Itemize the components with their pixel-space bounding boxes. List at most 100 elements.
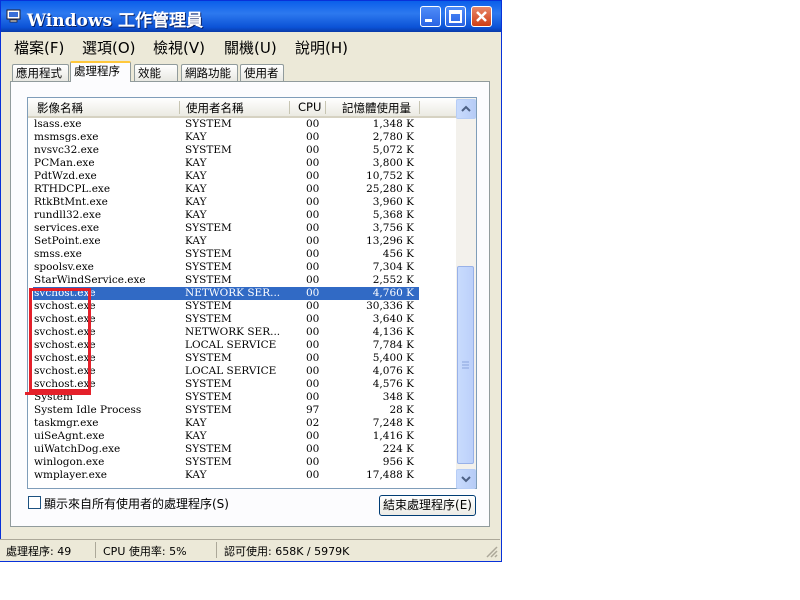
cell-memory: 4,576 K [372, 378, 414, 390]
status-process-count: 處理程序: 49 [6, 545, 72, 558]
table-row[interactable]: System Idle Process SYSTEM 97 28 K [28, 404, 456, 417]
menu-help[interactable]: 說明(H) [295, 37, 348, 58]
cell-cpu: 00 [306, 456, 320, 468]
cell-image-name: rundll32.exe [34, 209, 102, 221]
scroll-down-button[interactable] [456, 469, 476, 489]
table-row[interactable]: smss.exe SYSTEM 00 456 K [28, 248, 456, 261]
cell-image-name: wmplayer.exe [34, 469, 107, 481]
status-bar: 處理程序: 49 CPU 使用率: 5% 認可使用: 658K / 5979K [0, 539, 500, 561]
cell-image-name: smss.exe [34, 248, 82, 260]
table-row[interactable]: uiSeAgnt.exe KAY 00 1,416 K [28, 430, 456, 443]
table-row[interactable]: svchost.exe NETWORK SER... 00 4,760 K [28, 287, 456, 300]
cell-user-name: KAY [185, 209, 207, 221]
close-button[interactable] [471, 6, 492, 27]
cell-user-name: KAY [185, 417, 207, 429]
menu-options[interactable]: 選項(O) [82, 37, 136, 58]
cell-user-name: SYSTEM [185, 313, 232, 325]
menu-file[interactable]: 檔案(F) [14, 37, 64, 58]
cell-image-name: svchost.exe [34, 365, 96, 377]
table-row[interactable]: RTHDCPL.exe KAY 00 25,280 K [28, 183, 456, 196]
cell-cpu: 00 [306, 131, 320, 143]
table-row[interactable]: SetPoint.exe KAY 00 13,296 K [28, 235, 456, 248]
maximize-button[interactable] [445, 6, 466, 27]
table-row[interactable]: RtkBtMnt.exe KAY 00 3,960 K [28, 196, 456, 209]
table-row[interactable]: svchost.exe SYSTEM 00 4,576 K [28, 378, 456, 391]
cell-cpu: 00 [306, 443, 320, 455]
cell-cpu: 00 [306, 118, 320, 130]
table-row[interactable]: wmplayer.exe KAY 00 17,488 K [28, 469, 456, 482]
column-cpu[interactable]: CPU [298, 100, 321, 114]
cell-image-name: svchost.exe [34, 287, 96, 299]
chevron-up-icon [461, 105, 471, 112]
cell-cpu: 00 [306, 170, 320, 182]
table-row[interactable]: winlogon.exe SYSTEM 00 956 K [28, 456, 456, 469]
cell-cpu: 00 [306, 248, 320, 260]
grip-icon [462, 361, 469, 369]
cell-cpu: 00 [306, 326, 320, 338]
table-row[interactable]: PdtWzd.exe KAY 00 10,752 K [28, 170, 456, 183]
scroll-up-button[interactable] [456, 99, 476, 119]
vertical-scrollbar[interactable] [456, 98, 476, 489]
table-row[interactable]: svchost.exe SYSTEM 00 30,336 K [28, 300, 456, 313]
tab-processes[interactable]: 處理程序 [70, 61, 131, 82]
show-all-users-label[interactable]: 顯示來自所有使用者的處理程序(S) [44, 495, 229, 512]
cell-memory: 3,640 K [372, 313, 414, 325]
minimize-button[interactable] [420, 6, 441, 27]
window-title: Windows 工作管理員 [27, 11, 203, 31]
cell-cpu: 00 [306, 300, 320, 312]
cell-memory: 10,752 K [366, 170, 414, 182]
chevron-down-icon [461, 476, 471, 483]
tab-performance[interactable]: 效能 [134, 64, 178, 81]
column-image-name[interactable]: 影像名稱 [37, 100, 83, 116]
cell-memory: 13,296 K [366, 235, 414, 247]
table-row[interactable]: System SYSTEM 00 348 K [28, 391, 456, 404]
table-row[interactable]: uiWatchDog.exe SYSTEM 00 224 K [28, 443, 456, 456]
table-row[interactable]: msmsgs.exe KAY 00 2,780 K [28, 131, 456, 144]
cell-user-name: KAY [185, 430, 207, 442]
cell-cpu: 00 [306, 378, 320, 390]
table-row[interactable]: svchost.exe SYSTEM 00 5,400 K [28, 352, 456, 365]
cell-memory: 3,800 K [372, 157, 414, 169]
menu-view[interactable]: 檢視(V) [153, 37, 205, 58]
column-user-name[interactable]: 使用者名稱 [186, 100, 244, 116]
menu-bar: 檔案(F) 選項(O) 檢視(V) 關機(U) 說明(H) [1, 32, 501, 58]
cell-user-name: KAY [185, 196, 207, 208]
tab-users[interactable]: 使用者 [240, 64, 284, 81]
cell-user-name: LOCAL SERVICE [185, 365, 277, 377]
maximize-icon [449, 10, 462, 23]
show-all-users-checkbox[interactable] [28, 496, 41, 509]
cell-cpu: 00 [306, 313, 320, 325]
table-row[interactable]: svchost.exe NETWORK SER... 00 4,136 K [28, 326, 456, 339]
resize-grip-icon[interactable] [485, 545, 498, 558]
table-row[interactable]: taskmgr.exe KAY 02 7,248 K [28, 417, 456, 430]
title-bar[interactable]: Windows 工作管理員 [1, 1, 501, 32]
cell-user-name: SYSTEM [185, 222, 232, 234]
table-row[interactable]: rundll32.exe KAY 00 5,368 K [28, 209, 456, 222]
end-process-button[interactable]: 結束處理程序(E) [379, 495, 476, 516]
cell-cpu: 02 [306, 417, 320, 429]
table-row[interactable]: StarWindService.exe SYSTEM 00 2,552 K [28, 274, 456, 287]
cell-user-name: SYSTEM [185, 261, 232, 273]
table-row[interactable]: PCMan.exe KAY 00 3,800 K [28, 157, 456, 170]
tab-networking[interactable]: 網路功能 [181, 64, 238, 81]
table-row[interactable]: services.exe SYSTEM 00 3,756 K [28, 222, 456, 235]
cell-image-name: services.exe [34, 222, 100, 234]
scroll-thumb[interactable] [457, 266, 474, 464]
monitor-icon [6, 9, 21, 23]
table-row[interactable]: svchost.exe SYSTEM 00 3,640 K [28, 313, 456, 326]
cell-memory: 2,780 K [372, 131, 414, 143]
column-memory[interactable]: 記憶體使用量 [342, 100, 411, 116]
table-row[interactable]: svchost.exe LOCAL SERVICE 00 4,076 K [28, 365, 456, 378]
cell-memory: 4,076 K [372, 365, 414, 377]
table-row[interactable]: lsass.exe SYSTEM 00 1,348 K [28, 118, 456, 131]
cell-image-name: winlogon.exe [34, 456, 105, 468]
minimize-icon [425, 19, 432, 22]
tab-applications[interactable]: 應用程式 [12, 64, 69, 81]
table-row[interactable]: spoolsv.exe SYSTEM 00 7,304 K [28, 261, 456, 274]
table-row[interactable]: nvsvc32.exe SYSTEM 00 5,072 K [28, 144, 456, 157]
menu-shutdown[interactable]: 關機(U) [224, 37, 277, 58]
cell-image-name: svchost.exe [34, 326, 96, 338]
table-row[interactable]: svchost.exe LOCAL SERVICE 00 7,784 K [28, 339, 456, 352]
cell-memory: 3,756 K [372, 222, 414, 234]
cell-cpu: 00 [306, 469, 320, 481]
